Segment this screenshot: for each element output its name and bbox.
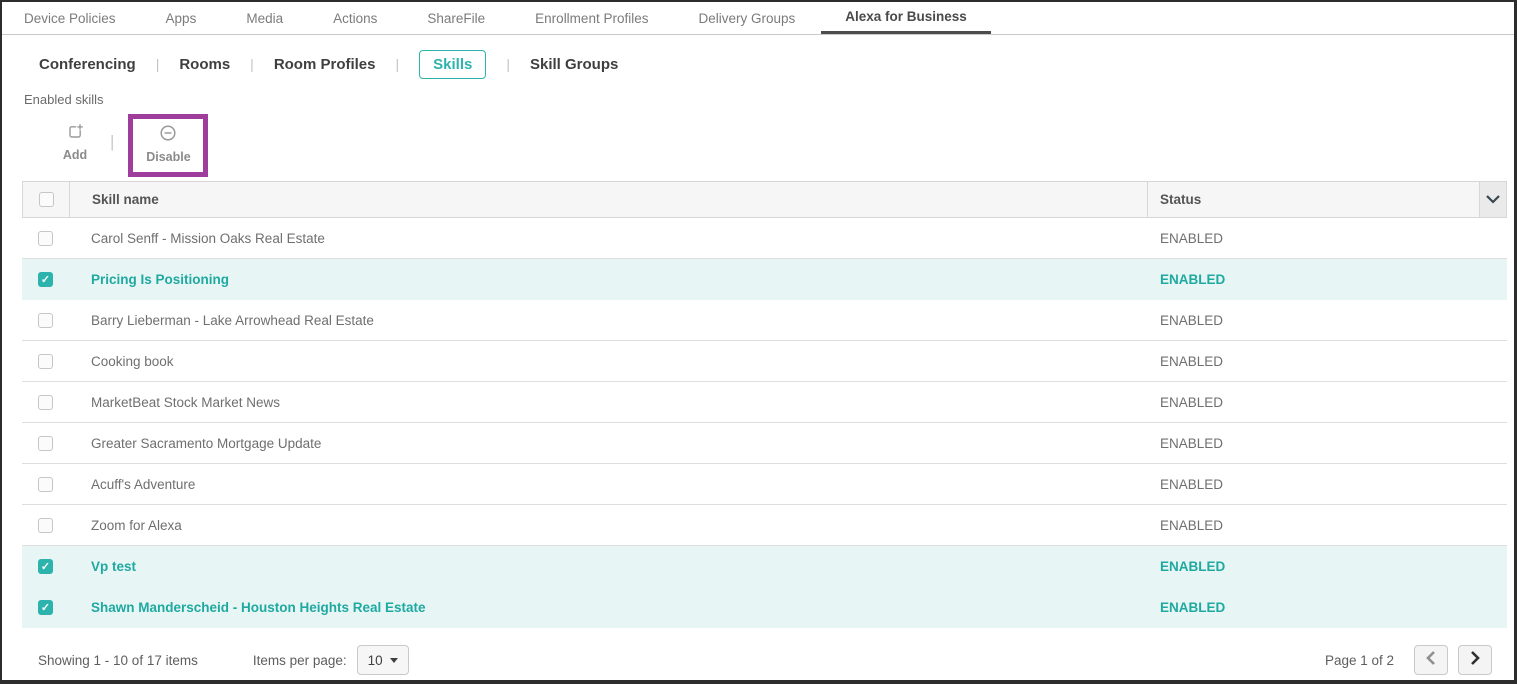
row-checkbox-cell: ✓: [22, 599, 69, 615]
skill-status: ENABLED: [1160, 353, 1224, 369]
next-page-button[interactable]: [1458, 645, 1492, 675]
toolbar: Add | Disable: [2, 111, 1514, 177]
skill-status: ENABLED: [1160, 435, 1224, 451]
select-all-cell: [23, 182, 70, 217]
skills-table: Skill name Status Carol Senff - Mission …: [22, 181, 1507, 628]
row-checkbox-cell: [22, 476, 69, 492]
skill-status: ENABLED: [1160, 271, 1226, 287]
row-checkbox-checked[interactable]: ✓: [38, 558, 53, 574]
skill-status: ENABLED: [1160, 476, 1224, 492]
disable-highlight-box: Disable: [128, 114, 209, 177]
skill-status: ENABLED: [1160, 558, 1226, 574]
sub-navigation: Conferencing | Rooms | Room Profiles | S…: [2, 48, 1514, 80]
pagination-bar: Showing 1 - 10 of 17 items Items per pag…: [2, 645, 1514, 675]
select-all-checkbox[interactable]: [38, 192, 54, 207]
row-checkbox-checked[interactable]: ✓: [38, 599, 53, 615]
row-checkbox[interactable]: [38, 476, 53, 492]
table-row[interactable]: Cooking book ENABLED: [22, 341, 1507, 382]
skill-status: ENABLED: [1160, 599, 1226, 615]
skill-name: Shawn Manderscheid - Houston Heights Rea…: [91, 599, 426, 615]
row-checkbox-cell: ✓: [22, 271, 69, 287]
subnav-separator: |: [155, 56, 160, 72]
skill-status: ENABLED: [1160, 312, 1224, 328]
row-checkbox-cell: [22, 312, 69, 328]
skill-name: Pricing Is Positioning: [91, 271, 230, 287]
column-header-skill-name: Skill name: [92, 192, 159, 207]
row-checkbox[interactable]: [38, 353, 53, 369]
top-navigation: Device Policies Apps Media Actions Share…: [2, 2, 1514, 35]
row-checkbox[interactable]: [38, 230, 53, 246]
showing-count-text: Showing 1 - 10 of 17 items: [38, 652, 198, 668]
previous-page-button[interactable]: [1414, 645, 1448, 675]
table-body: Carol Senff - Mission Oaks Real Estate EN…: [22, 218, 1507, 628]
table-row[interactable]: ✓ Vp test ENABLED: [22, 546, 1507, 587]
skill-name: Cooking book: [91, 353, 174, 369]
subtab-rooms[interactable]: Rooms: [179, 56, 230, 73]
items-per-page-dropdown[interactable]: 10: [356, 645, 409, 675]
section-label: Enabled skills: [24, 92, 104, 107]
row-checkbox-cell: [22, 517, 69, 533]
skill-name: Zoom for Alexa: [91, 517, 182, 533]
add-button[interactable]: Add: [50, 123, 100, 162]
tab-enrollment-profiles[interactable]: Enrollment Profiles: [535, 2, 648, 34]
tab-apps[interactable]: Apps: [166, 2, 197, 34]
tab-actions[interactable]: Actions: [333, 2, 377, 34]
caret-down-icon: [389, 657, 398, 663]
subtab-conferencing[interactable]: Conferencing: [39, 56, 136, 73]
skill-status: ENABLED: [1160, 230, 1224, 246]
table-row[interactable]: Acuff's Adventure ENABLED: [22, 464, 1507, 505]
subnav-separator: |: [250, 56, 254, 72]
row-checkbox[interactable]: [38, 517, 53, 533]
disable-minus-icon: [159, 124, 177, 147]
tab-delivery-groups[interactable]: Delivery Groups: [698, 2, 795, 34]
subtab-room-profiles[interactable]: Room Profiles: [274, 56, 376, 73]
skill-name: Carol Senff - Mission Oaks Real Estate: [91, 230, 325, 246]
column-header-status: Status: [1147, 182, 1479, 217]
row-checkbox-cell: [22, 394, 69, 410]
skill-name: Barry Lieberman - Lake Arrowhead Real Es…: [91, 312, 374, 328]
chevron-left-icon: [1426, 650, 1436, 670]
toolbar-separator: |: [110, 132, 115, 151]
table-row[interactable]: Greater Sacramento Mortgage Update ENABLE…: [22, 423, 1507, 464]
row-checkbox[interactable]: [38, 312, 53, 328]
add-icon: [67, 123, 84, 145]
subnav-separator: |: [506, 56, 510, 72]
chevron-down-icon: [1486, 191, 1500, 209]
tab-media[interactable]: Media: [246, 2, 283, 34]
table-row[interactable]: Barry Lieberman - Lake Arrowhead Real Es…: [22, 300, 1507, 341]
skill-name: Acuff's Adventure: [91, 476, 196, 492]
chevron-right-icon: [1470, 650, 1480, 670]
table-row[interactable]: Carol Senff - Mission Oaks Real Estate EN…: [22, 218, 1507, 259]
items-per-page-label: Items per page:: [252, 652, 347, 668]
subtab-skill-groups[interactable]: Skill Groups: [530, 56, 618, 73]
row-checkbox-cell: [22, 353, 69, 369]
skill-name: Vp test: [91, 558, 137, 574]
tab-device-policies[interactable]: Device Policies: [24, 2, 116, 34]
skill-status: ENABLED: [1160, 394, 1224, 410]
page-indicator: Page 1 of 2: [1324, 652, 1394, 668]
skill-name: Greater Sacramento Mortgage Update: [91, 435, 322, 451]
row-checkbox-cell: [22, 435, 69, 451]
table-row[interactable]: MarketBeat Stock Market News ENABLED: [22, 382, 1507, 423]
column-menu-button[interactable]: [1479, 182, 1506, 217]
row-checkbox-cell: ✓: [22, 558, 69, 574]
table-header: Skill name Status: [22, 181, 1507, 218]
row-checkbox[interactable]: [38, 435, 53, 451]
table-row[interactable]: Zoom for Alexa ENABLED: [22, 505, 1507, 546]
add-button-label: Add: [62, 148, 88, 162]
subnav-separator: |: [395, 56, 400, 72]
row-checkbox-cell: [22, 230, 69, 246]
subtab-skills[interactable]: Skills: [419, 49, 487, 79]
tab-sharefile[interactable]: ShareFile: [427, 2, 485, 34]
disable-button-label: Disable: [146, 150, 191, 164]
table-row[interactable]: ✓ Pricing Is Positioning ENABLED: [22, 259, 1507, 300]
row-checkbox-checked[interactable]: ✓: [38, 271, 53, 287]
skill-status: ENABLED: [1160, 517, 1224, 533]
items-per-page-value: 10: [367, 652, 383, 668]
row-checkbox[interactable]: [38, 394, 53, 410]
disable-button[interactable]: Disable: [143, 124, 193, 164]
tab-alexa-for-business[interactable]: Alexa for Business: [821, 2, 991, 34]
table-row[interactable]: ✓ Shawn Manderscheid - Houston Heights Re…: [22, 587, 1507, 628]
skill-name: MarketBeat Stock Market News: [91, 394, 281, 410]
